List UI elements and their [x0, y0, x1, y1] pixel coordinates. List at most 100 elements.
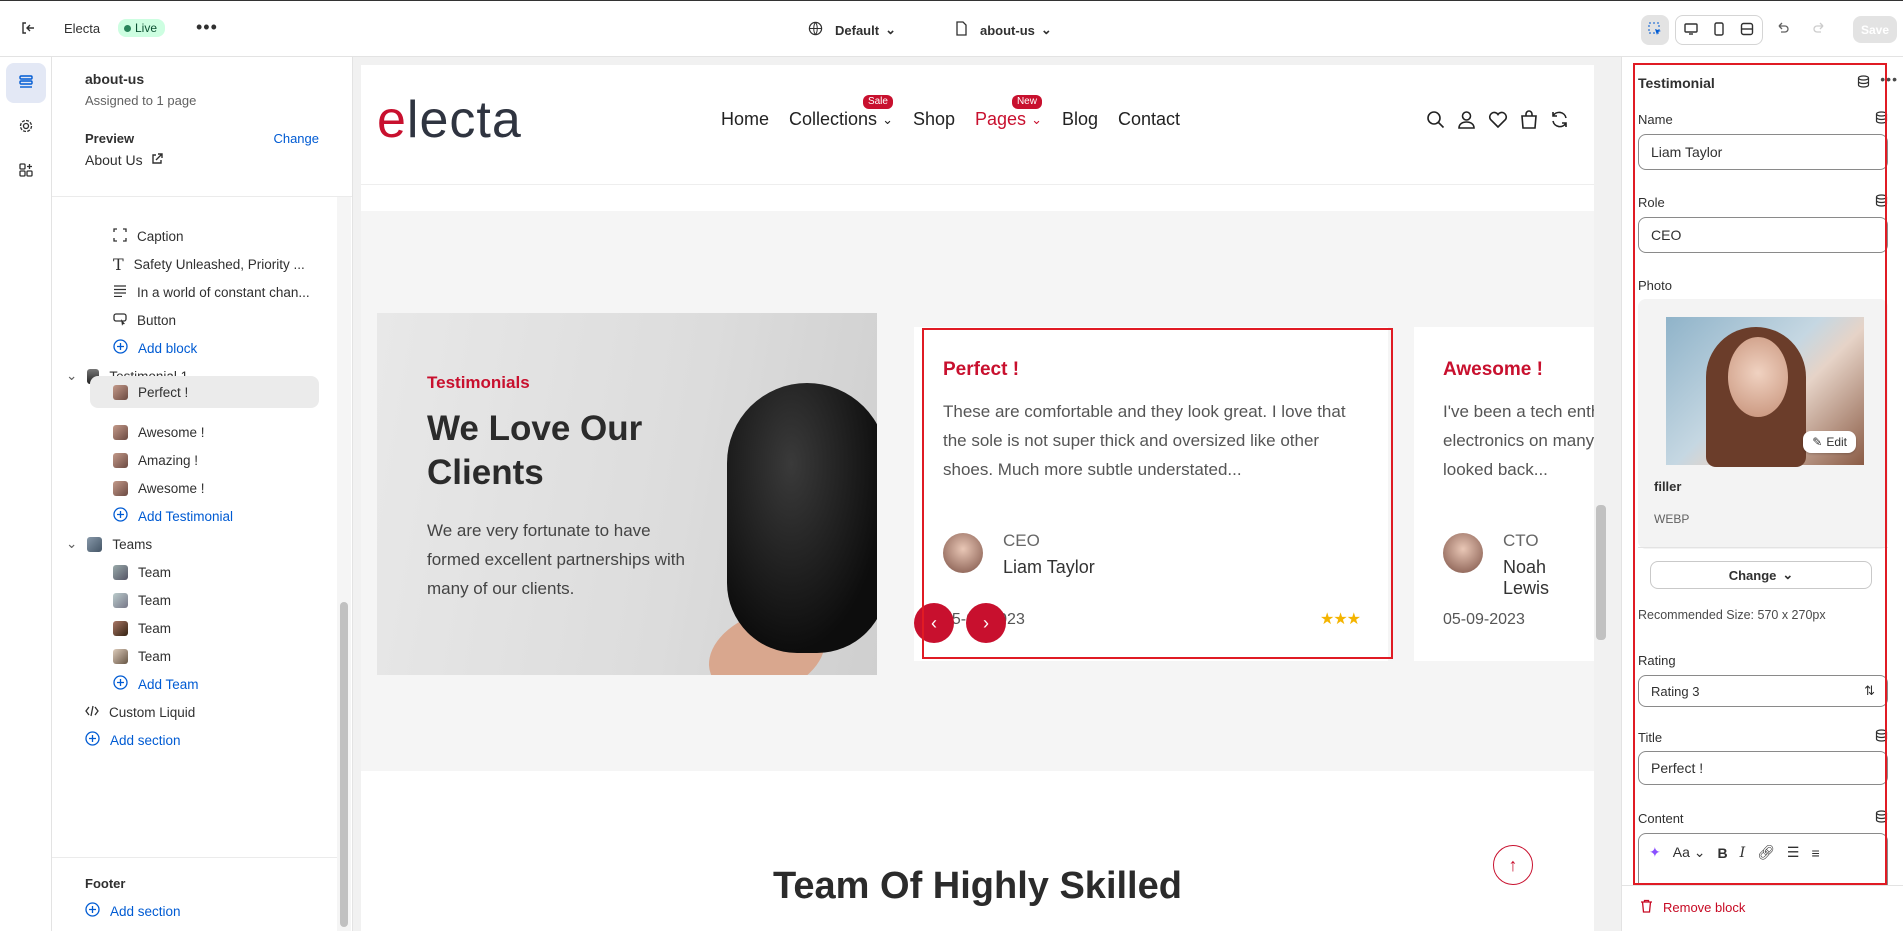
divider: [1622, 885, 1903, 886]
footer-add-section-label: Add section: [110, 903, 181, 919]
panel-header: Testimonial: [1638, 75, 1715, 91]
inspector-button[interactable]: [1641, 15, 1669, 45]
add-testimonial-label: Add Testimonial: [138, 508, 234, 524]
hero-description: We are very fortunate to have formed exc…: [427, 521, 685, 598]
remove-block-button[interactable]: Remove block: [1640, 899, 1745, 916]
page-icon: [955, 21, 968, 39]
menu-shop[interactable]: Shop: [913, 109, 955, 130]
more-icon[interactable]: •••: [1880, 71, 1898, 87]
template-title: about-us: [85, 71, 145, 87]
menu-home[interactable]: Home: [721, 109, 769, 130]
add-block-label: Add block: [138, 340, 198, 356]
settings-panel: Testimonial ••• Name Liam Taylor Role CE…: [1621, 57, 1903, 931]
rating-select[interactable]: Rating 3 ⇅: [1638, 675, 1888, 707]
mobile-icon[interactable]: [1713, 21, 1725, 39]
chevron-down-icon: ⌄: [885, 22, 896, 37]
search-icon[interactable]: [1426, 110, 1445, 132]
back-to-top-button[interactable]: ↑: [1493, 845, 1533, 885]
bold-icon[interactable]: B: [1717, 845, 1727, 861]
card-date: 05-09-2023: [1443, 611, 1525, 628]
theme-selector[interactable]: Default ⌄: [808, 21, 896, 39]
database-icon[interactable]: [1875, 729, 1888, 745]
preview-page[interactable]: About Us: [85, 152, 319, 168]
account-icon[interactable]: [1457, 110, 1476, 132]
italic-icon[interactable]: I: [1740, 845, 1746, 861]
menu-collections-label: Collections: [789, 109, 878, 129]
store-name: Electa: [64, 21, 101, 36]
content-editor[interactable]: ✦ Aa ⌄ B I 🔗︎ ☰ ≡: [1638, 833, 1888, 885]
database-icon[interactable]: [1875, 810, 1888, 826]
cart-bag-icon[interactable]: [1520, 110, 1538, 132]
card-name: Noah Lewis: [1503, 557, 1550, 598]
live-badge: Live: [118, 19, 166, 37]
redo-icon[interactable]: [1812, 21, 1827, 36]
fullscreen-icon[interactable]: [1740, 22, 1754, 39]
tree-item-perfect[interactable]: Perfect !: [90, 376, 319, 408]
sections-tab[interactable]: [6, 63, 46, 103]
testimonial-section[interactable]: Testimonials We Love Our Clients We are …: [361, 211, 1594, 771]
apps-tab[interactable]: [6, 151, 46, 191]
title-field[interactable]: Perfect !: [1638, 751, 1888, 785]
menu-blog[interactable]: Blog: [1062, 109, 1098, 130]
menu-collections[interactable]: Collections ⌄ Sale: [789, 95, 893, 130]
carousel-next-button[interactable]: ›: [966, 603, 1006, 643]
numbered-list-icon[interactable]: ≡: [1811, 845, 1819, 861]
undo-icon[interactable]: [1775, 21, 1790, 36]
testimonial-thumb-icon: [113, 452, 128, 468]
change-image-button[interactable]: Change ⌄: [1650, 561, 1872, 589]
database-icon[interactable]: [1857, 75, 1870, 91]
save-button[interactable]: Save: [1853, 16, 1897, 43]
font-size-icon[interactable]: Aa ⌄: [1673, 844, 1706, 861]
menu-contact[interactable]: Contact: [1118, 109, 1180, 130]
change-preview-link[interactable]: Change: [273, 131, 319, 146]
footer-add-section-button[interactable]: Add section: [85, 897, 304, 925]
tree-item-label: Team: [138, 648, 172, 664]
site-logo[interactable]: electa: [377, 90, 522, 150]
gear-icon: [18, 118, 34, 137]
add-section-button[interactable]: Add section: [85, 724, 181, 756]
wishlist-heart-icon[interactable]: [1488, 110, 1508, 132]
tree-item-label: Custom Liquid: [109, 704, 196, 720]
code-icon: [85, 705, 99, 720]
database-icon[interactable]: [1875, 194, 1888, 210]
name-field[interactable]: Liam Taylor: [1638, 134, 1888, 170]
role-field[interactable]: CEO: [1638, 217, 1888, 253]
exit-icon[interactable]: [20, 20, 36, 36]
live-label: Live: [135, 21, 158, 35]
editor-toolbar: ✦ Aa ⌄ B I 🔗︎ ☰ ≡: [1639, 834, 1887, 871]
compare-refresh-icon[interactable]: [1550, 110, 1569, 132]
carousel-prev-button[interactable]: ‹: [914, 603, 954, 643]
testimonial-thumb-icon: [113, 480, 128, 496]
chevron-down-icon: ⌄: [1782, 567, 1794, 582]
add-circle-icon: [85, 902, 100, 920]
left-scrollbar[interactable]: [337, 197, 351, 931]
ai-sparkle-icon[interactable]: ✦: [1649, 844, 1661, 861]
chevron-down-icon[interactable]: ⌄: [66, 536, 77, 552]
template-selector[interactable]: about-us ⌄: [955, 21, 1052, 39]
file-type: WEBP: [1654, 512, 1690, 526]
settings-scroll: Testimonial ••• Name Liam Taylor Role CE…: [1636, 63, 1900, 885]
preview-scrollbar[interactable]: [1594, 65, 1608, 931]
more-icon[interactable]: •••: [196, 17, 218, 38]
icon-rail: [0, 57, 52, 931]
sale-badge: Sale: [862, 95, 893, 109]
card-title: Perfect !: [943, 359, 1020, 380]
header-icons: [1426, 110, 1569, 132]
card-name: Liam Taylor: [1003, 557, 1095, 577]
menu-pages[interactable]: Pages ⌄ New: [975, 95, 1042, 130]
bullet-list-icon[interactable]: ☰: [1787, 844, 1800, 861]
desktop-icon[interactable]: [1683, 22, 1698, 39]
scrollbar-thumb[interactable]: [1596, 505, 1606, 640]
database-icon[interactable]: [1875, 111, 1888, 127]
select-arrows-icon: ⇅: [1864, 683, 1875, 698]
photo-preview[interactable]: ✎ Edit: [1666, 317, 1864, 467]
main-menu: Home Collections ⌄ Sale Shop Pages ⌄ New Blo…: [721, 95, 1180, 130]
link-icon[interactable]: 🔗︎: [1757, 844, 1775, 861]
edit-label: Edit: [1826, 435, 1847, 449]
chevron-down-icon[interactable]: ⌄: [66, 368, 77, 384]
testimonial-card[interactable]: Awesome ! I've been a tech enthusiast an…: [1414, 327, 1594, 661]
settings-tab[interactable]: [6, 107, 46, 147]
pencil-icon: ✎: [1812, 435, 1823, 449]
scrollbar-thumb[interactable]: [340, 602, 348, 927]
edit-image-button[interactable]: ✎ Edit: [1803, 431, 1856, 453]
